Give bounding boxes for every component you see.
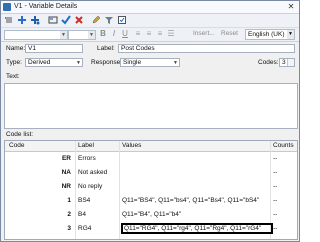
table-row[interactable]: NR No reply -- bbox=[5, 180, 297, 195]
cross-icon[interactable] bbox=[74, 15, 84, 25]
row-label: B4 bbox=[78, 211, 86, 218]
italic-icon[interactable]: I bbox=[109, 29, 119, 39]
chevron-down-icon: ▼ bbox=[88, 31, 95, 39]
toolbar-format: ▼ ▼ B I U ≡ ≡ ≡ ☰ Insert... Reset Englis… bbox=[1, 28, 299, 42]
align-right-icon[interactable]: ≡ bbox=[155, 29, 165, 39]
add-icon[interactable] bbox=[17, 15, 27, 25]
codes-label: Codes: bbox=[258, 59, 279, 66]
response-value: Single bbox=[123, 59, 142, 66]
check-icon[interactable] bbox=[61, 15, 71, 25]
row-label: BS4 bbox=[78, 197, 91, 204]
text-label: Text: bbox=[6, 73, 20, 80]
row-insert-icon[interactable] bbox=[4, 15, 14, 25]
header-values[interactable]: Values bbox=[122, 142, 141, 149]
type-value: Derived bbox=[28, 59, 51, 66]
label-value: Post Codes bbox=[121, 45, 155, 52]
row-counts: -- bbox=[273, 211, 278, 218]
header-counts[interactable]: Counts bbox=[273, 142, 294, 149]
response-select[interactable]: Single ▼ bbox=[120, 58, 180, 67]
row-counts: -- bbox=[273, 197, 278, 204]
align-left-icon[interactable]: ≡ bbox=[133, 29, 143, 39]
checkbox-icon[interactable] bbox=[117, 15, 127, 25]
header-label[interactable]: Label bbox=[78, 142, 94, 149]
chevron-down-icon: ▼ bbox=[76, 60, 81, 66]
row-code: NR bbox=[61, 183, 71, 190]
size-combo[interactable]: ▼ bbox=[68, 30, 96, 40]
row-code: 3 bbox=[67, 225, 71, 232]
row-counts: -- bbox=[273, 183, 278, 190]
insert-button[interactable]: Insert... bbox=[191, 29, 217, 39]
underline-icon[interactable]: U bbox=[120, 29, 130, 39]
filter-icon[interactable] bbox=[104, 15, 114, 25]
chevron-down-icon: ▼ bbox=[60, 31, 67, 39]
name-value: V1 bbox=[28, 45, 36, 52]
code-list-table: Code Label Values Counts ER Errors -- NA… bbox=[4, 140, 298, 240]
label-field[interactable]: Post Codes bbox=[118, 44, 295, 53]
row-label: RG4 bbox=[78, 225, 92, 232]
table-row[interactable]: 2 B4 Q11="B4", Q11="b4" -- bbox=[5, 208, 297, 223]
row-code: 2 bbox=[67, 211, 71, 218]
row-label: Not asked bbox=[78, 169, 108, 176]
code-list-label: Code list: bbox=[6, 131, 34, 138]
label-label: Label: bbox=[97, 45, 115, 52]
table-row[interactable]: 1 BS4 Q11="BS4", Q11="bs4", Q11="Bs4", Q… bbox=[5, 194, 297, 209]
table-row[interactable]: NA Not asked -- bbox=[5, 166, 297, 181]
text-area[interactable] bbox=[4, 83, 298, 129]
name-field[interactable]: V1 bbox=[25, 44, 83, 53]
align-center-icon[interactable]: ≡ bbox=[144, 29, 154, 39]
chevron-down-icon: ▼ bbox=[287, 30, 294, 39]
row-values[interactable]: Q11="RG4", Q11="rg4", Q11="Rg4", Q11="rG… bbox=[124, 225, 261, 232]
table-row[interactable]: ER Errors -- bbox=[5, 152, 297, 167]
codes-spinner[interactable] bbox=[287, 59, 294, 66]
language-value: English (UK) bbox=[248, 31, 285, 38]
row-code: 1 bbox=[67, 197, 71, 204]
list-icon[interactable]: ☰ bbox=[166, 29, 176, 39]
type-label: Type: bbox=[6, 59, 22, 66]
row-label: Errors bbox=[78, 155, 96, 162]
bold-icon[interactable]: B bbox=[98, 29, 108, 39]
row-counts: -- bbox=[273, 225, 278, 232]
language-select[interactable]: English (UK) ▼ bbox=[245, 29, 295, 40]
row-counts: -- bbox=[273, 155, 278, 162]
row-label: No reply bbox=[78, 183, 103, 190]
table-row-selected[interactable]: 3 RG4 Q11="RG4", Q11="rg4", Q11="Rg4", Q… bbox=[5, 222, 297, 237]
codes-field[interactable]: 3 bbox=[279, 58, 295, 67]
window-title: V1 - Variable Details bbox=[14, 3, 78, 10]
codes-value: 3 bbox=[282, 59, 286, 66]
close-button[interactable]: ✕ bbox=[286, 2, 296, 11]
row-code: ER bbox=[61, 155, 71, 162]
edit-icon[interactable] bbox=[91, 15, 101, 25]
view-icon[interactable] bbox=[48, 15, 58, 25]
response-label: Response: bbox=[91, 59, 123, 66]
table-header: Code Label Values Counts bbox=[5, 141, 297, 152]
toolbar-main bbox=[1, 14, 299, 28]
row-counts: -- bbox=[273, 169, 278, 176]
app-icon bbox=[3, 3, 11, 11]
add-multiple-icon[interactable] bbox=[30, 15, 40, 25]
row-code: NA bbox=[61, 169, 71, 176]
row-values: Q11="B4", Q11="b4" bbox=[122, 211, 182, 218]
font-combo[interactable]: ▼ bbox=[4, 30, 68, 40]
header-code[interactable]: Code bbox=[9, 142, 25, 149]
row-values: Q11="BS4", Q11="bs4", Q11="Bs4", Q11="bS… bbox=[122, 197, 260, 204]
chevron-down-icon: ▼ bbox=[173, 60, 178, 66]
title-bar: V1 - Variable Details ✕ bbox=[1, 1, 299, 14]
type-select[interactable]: Derived ▼ bbox=[25, 58, 83, 67]
reset-button[interactable]: Reset bbox=[219, 29, 240, 39]
name-label: Name: bbox=[6, 45, 26, 52]
variable-details-window: V1 - Variable Details ✕ ▼ ▼ B I U ≡ ≡ ≡ … bbox=[0, 0, 300, 242]
